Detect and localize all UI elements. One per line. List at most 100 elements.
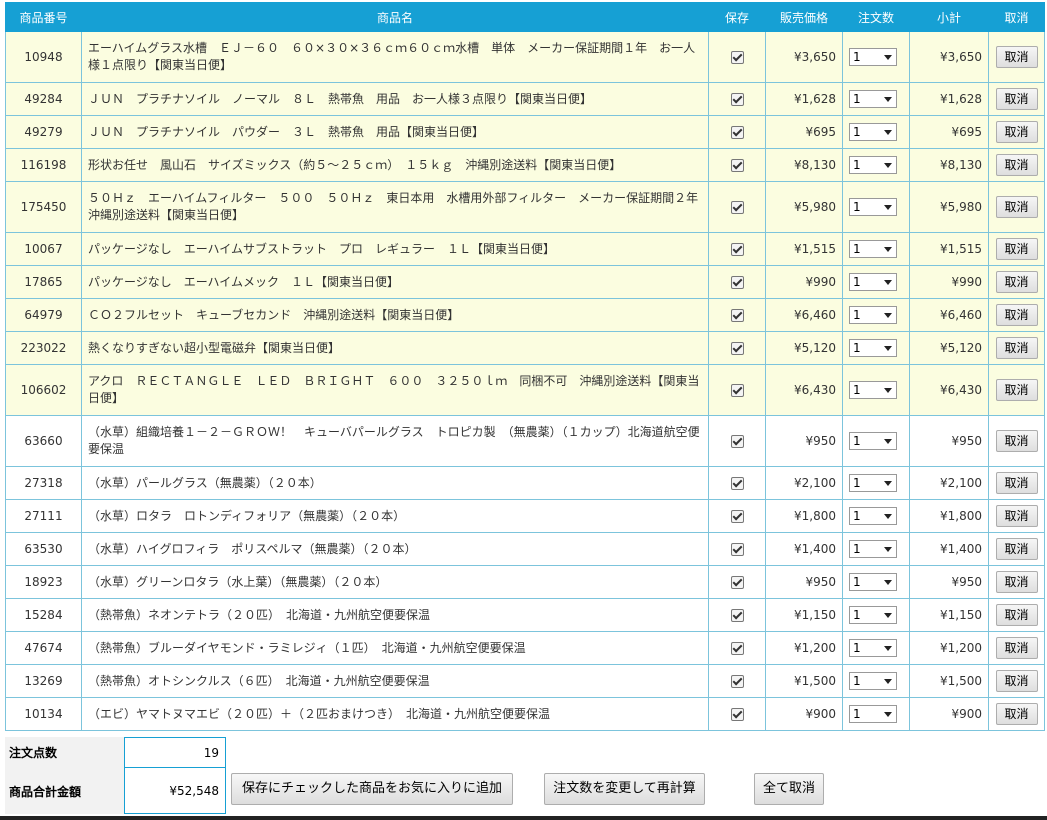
unit-price: ¥950: [765, 565, 843, 599]
save-cell: [708, 631, 766, 665]
quantity-select[interactable]: 1: [849, 156, 897, 174]
save-checkbox[interactable]: [730, 93, 744, 106]
save-checkbox[interactable]: [730, 243, 744, 256]
chevron-down-icon: [884, 313, 892, 318]
quantity-select[interactable]: 1: [849, 48, 897, 66]
row-subtotal: ¥950: [909, 415, 989, 467]
save-checkbox[interactable]: [730, 201, 744, 214]
cancel-item-button[interactable]: 取消: [995, 154, 1038, 176]
quantity-select[interactable]: 1: [849, 705, 897, 723]
save-cell: [708, 82, 766, 116]
save-checkbox[interactable]: [730, 609, 744, 622]
quantity-select[interactable]: 1: [849, 381, 897, 399]
quantity-select[interactable]: 1: [849, 339, 897, 357]
quantity-select[interactable]: 1: [849, 306, 897, 324]
product-id: 15284: [5, 598, 82, 632]
quantity-select[interactable]: 1: [849, 198, 897, 216]
save-checkbox[interactable]: [730, 159, 744, 172]
save-cell: [708, 565, 766, 599]
cancel-item-button[interactable]: 取消: [995, 472, 1038, 494]
quantity-select[interactable]: 1: [849, 474, 897, 492]
product-name[interactable]: （エビ）ヤマトヌマエビ（２０匹）＋（２匹おまけつき） 北海道・九州航空便要保温: [81, 697, 709, 731]
row-subtotal: ¥6,460: [909, 298, 989, 332]
quantity-cell: 1: [842, 598, 910, 632]
cancel-item-button[interactable]: 取消: [995, 337, 1038, 359]
product-name[interactable]: パッケージなし エーハイムメック １Ｌ【関東当日便】: [81, 265, 709, 299]
cancel-item-button[interactable]: 取消: [995, 304, 1038, 326]
quantity-select[interactable]: 1: [849, 672, 897, 690]
quantity-select[interactable]: 1: [849, 507, 897, 525]
quantity-select[interactable]: 1: [849, 573, 897, 591]
unit-price: ¥1,400: [765, 532, 843, 566]
save-checkbox[interactable]: [730, 126, 744, 139]
save-checkbox[interactable]: [730, 576, 744, 589]
quantity-select[interactable]: 1: [849, 273, 897, 291]
product-name[interactable]: 形状お任せ 風山石 サイズミックス（約５～２５ｃｍ） １５ｋｇ 沖縄別途送料【関…: [81, 148, 709, 182]
save-checkbox[interactable]: [730, 435, 744, 448]
cancel-all-button[interactable]: 全て取消: [754, 773, 824, 805]
row-subtotal: ¥1,200: [909, 631, 989, 665]
cancel-item-button[interactable]: 取消: [995, 604, 1038, 626]
quantity-value: 1: [853, 608, 861, 622]
quantity-cell: 1: [842, 232, 910, 266]
product-name[interactable]: ５０Ｈｚ エーハイムフィルター ５００ ５０Ｈｚ 東日本用 水槽用外部フィルター…: [81, 181, 710, 233]
product-name[interactable]: （熱帯魚）ブルーダイヤモンド・ラミレジィ（１匹） 北海道・九州航空便要保温: [81, 631, 709, 665]
row-subtotal: ¥1,400: [909, 532, 989, 566]
quantity-select[interactable]: 1: [849, 123, 897, 141]
save-checkbox[interactable]: [730, 642, 744, 655]
cancel-item-button[interactable]: 取消: [995, 238, 1038, 260]
save-checkbox[interactable]: [730, 675, 744, 688]
chevron-down-icon: [884, 679, 892, 684]
save-checkbox[interactable]: [730, 276, 744, 289]
cancel-item-button[interactable]: 取消: [995, 670, 1038, 692]
quantity-select[interactable]: 1: [849, 432, 897, 450]
product-name[interactable]: ＣＯ２フルセット キューブセカンド 沖縄別途送料【関東当日便】: [81, 298, 709, 332]
save-checkbox[interactable]: [730, 342, 744, 355]
product-name[interactable]: （熱帯魚）ネオンテトラ（２０匹） 北海道・九州航空便要保温: [81, 598, 709, 632]
unit-price: ¥5,980: [765, 181, 843, 233]
product-name[interactable]: アクロ ＲＥＣＴＡＮＧＬＥ ＬＥＤ ＢＲＩＧＨＴ ６００ ３２５０ｌｍ 同梱不可…: [81, 364, 709, 416]
product-name[interactable]: （水草）ハイグロフィラ ポリスペルマ（無農薬）（２０本）: [81, 532, 709, 566]
save-checkbox[interactable]: [730, 510, 744, 523]
quantity-select[interactable]: 1: [849, 606, 897, 624]
cancel-item-button[interactable]: 取消: [995, 196, 1038, 218]
cart-row: 27111 （水草）ロタラ ロトンディフォリア（無農薬）（２０本） ¥1,800 1 ¥…: [5, 499, 1045, 533]
product-name[interactable]: ＪＵＮ プラチナソイル パウダー ３Ｌ 熱帯魚 用品【関東当日便】: [81, 115, 709, 149]
cancel-item-button[interactable]: 取消: [995, 121, 1038, 143]
save-checkbox[interactable]: [730, 708, 744, 721]
cancel-item-button[interactable]: 取消: [995, 505, 1038, 527]
quantity-select[interactable]: 1: [849, 90, 897, 108]
product-name[interactable]: エーハイムグラス水槽 ＥＪ－６０ ６０×３０×３６ｃｍ６０ｃｍ水槽 単体 メーカ…: [81, 31, 709, 83]
cancel-item-button[interactable]: 取消: [995, 637, 1038, 659]
save-checkbox[interactable]: [730, 543, 744, 556]
product-name[interactable]: （水草）組織培養１－２－ＧＲＯＷ！ キューバパールグラス トロピカ製 （無農薬）…: [81, 415, 709, 467]
quantity-select[interactable]: 1: [849, 240, 897, 258]
product-name[interactable]: ＪＵＮ プラチナソイル ノーマル ８Ｌ 熱帯魚 用品 お一人様３点限り【関東当日…: [81, 82, 709, 116]
cancel-item-button[interactable]: 取消: [995, 703, 1038, 725]
product-name[interactable]: パッケージなし エーハイムサブストラット プロ レギュラー １Ｌ【関東当日便】: [81, 232, 709, 266]
cancel-item-button[interactable]: 取消: [995, 571, 1038, 593]
cancel-item-button[interactable]: 取消: [995, 46, 1038, 68]
save-checkbox[interactable]: [730, 51, 744, 64]
quantity-cell: 1: [842, 148, 910, 182]
recalculate-button[interactable]: 注文数を変更して再計算: [544, 773, 705, 805]
product-name[interactable]: （水草）ロタラ ロトンディフォリア（無農薬）（２０本）: [81, 499, 709, 533]
unit-price: ¥1,200: [765, 631, 843, 665]
cancel-item-button[interactable]: 取消: [995, 538, 1038, 560]
product-name[interactable]: （水草）グリーンロタラ（水上葉）（無農薬）（２０本）: [81, 565, 709, 599]
save-checkbox[interactable]: [730, 384, 744, 397]
cancel-item-button[interactable]: 取消: [995, 430, 1038, 452]
cancel-item-button[interactable]: 取消: [995, 379, 1038, 401]
save-checkbox[interactable]: [730, 309, 744, 322]
product-name[interactable]: （熱帯魚）オトシンクルス（６匹） 北海道・九州航空便要保温: [81, 664, 709, 698]
save-checkbox[interactable]: [730, 477, 744, 490]
quantity-select[interactable]: 1: [849, 540, 897, 558]
chevron-down-icon: [884, 646, 892, 651]
add-to-favorites-button[interactable]: 保存にチェックした商品をお気に入りに追加: [231, 773, 513, 805]
cancel-item-button[interactable]: 取消: [995, 88, 1038, 110]
cancel-item-button[interactable]: 取消: [995, 271, 1038, 293]
product-name[interactable]: （水草）パールグラス（無農薬）（２０本）: [81, 466, 709, 500]
quantity-value: 1: [853, 383, 861, 397]
quantity-select[interactable]: 1: [849, 639, 897, 657]
product-name[interactable]: 熱くなりすぎない超小型電磁弁【関東当日便】: [81, 331, 709, 365]
